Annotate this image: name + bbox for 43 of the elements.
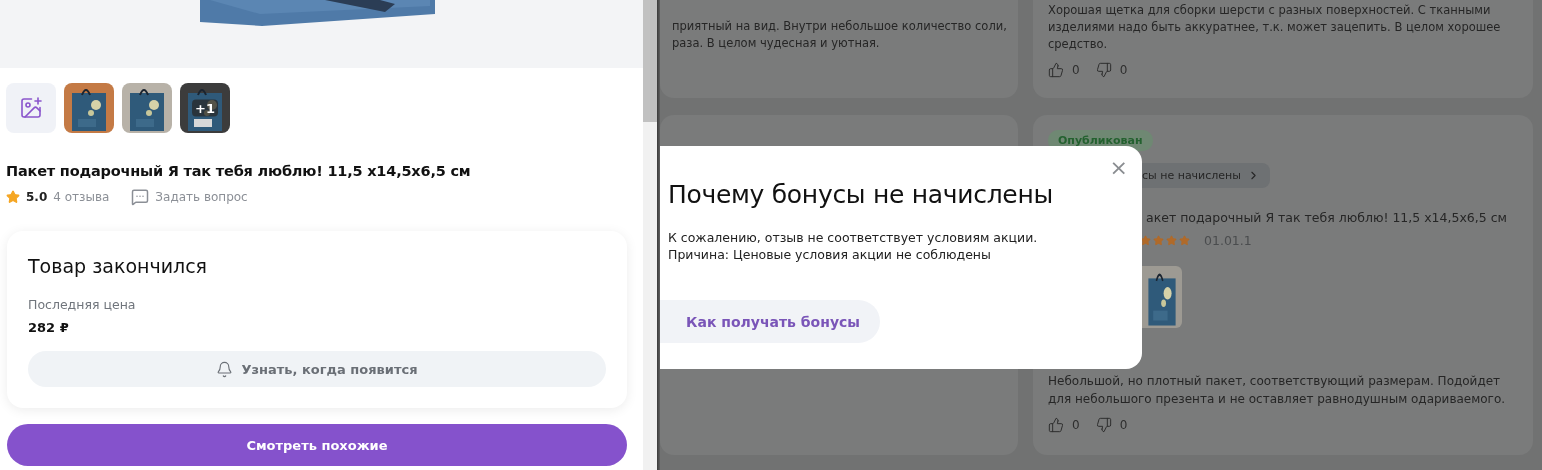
thumbs-up-icon[interactable]	[1048, 62, 1064, 78]
dialog-message: К сожалению, отзыв не соответствует условиям акции. Причина: Ценовые условия акции не соблюдены	[668, 229, 1039, 263]
thumbs-down-icon[interactable]	[1095, 417, 1112, 433]
review-text: изделиями надо быть аккуратнее, т.к. может зацепить. В целом хорошее	[1048, 19, 1501, 36]
product-title: Пакет подарочный Я так тебя люблю! 11,5 x14,5x6,5 см	[5, 162, 472, 179]
thumbnail[interactable]: +1	[180, 83, 230, 133]
star-icon	[1153, 235, 1164, 246]
review-text: Небольшой, но плотный пакет, соответствующий размерам. Подойдет для небольшого презента и не оставляет равнодушным одариваемого.	[1048, 373, 1507, 408]
price: 282 ₽	[28, 320, 70, 335]
notify-button[interactable]: Узнать, когда появится	[28, 351, 606, 387]
how-to-get-bonuses-button[interactable]: Как получать бонусы	[660, 300, 880, 343]
dialog-title: Почему бонусы не начислены	[668, 180, 1054, 209]
review-text: Хорошая щетка для сборки шерсти с разных поверхностей. С тканными	[1048, 2, 1491, 19]
add-image-icon	[19, 96, 43, 120]
more-count: +1	[192, 99, 218, 117]
star-icon	[1166, 235, 1177, 246]
thumbnail[interactable]	[122, 83, 172, 133]
bell-icon	[216, 360, 234, 378]
review-text: приятный на вид. Внутри небольшое количество соли,	[672, 18, 1007, 35]
thumbs-down-icon[interactable]	[1095, 62, 1112, 78]
review-count[interactable]: 4 отзыва	[53, 190, 110, 204]
star-icon	[6, 190, 20, 204]
dislike-count: 0	[1119, 63, 1128, 77]
thumbs-up-icon[interactable]	[1048, 417, 1064, 433]
thumbnail[interactable]	[64, 83, 114, 133]
similar-button[interactable]: Смотреть похожие	[7, 424, 627, 466]
like-count: 0	[1072, 418, 1080, 432]
star-icon	[1140, 235, 1151, 246]
star-icon	[1179, 235, 1190, 246]
scrollbar[interactable]	[643, 0, 657, 470]
review-text: раза. В целом чудесная и уютная.	[672, 35, 880, 52]
bonus-chip[interactable]: сы не начислены	[1142, 163, 1270, 188]
chat-icon	[131, 188, 150, 206]
out-of-stock-heading: Товар закончился	[28, 255, 209, 277]
price-label: Последняя цена	[28, 297, 137, 312]
close-button[interactable]: ×	[1109, 155, 1128, 180]
ask-question-link[interactable]: Задать вопрос	[155, 190, 248, 204]
product-name: акет подарочный Я так тебя люблю! 11,5 x14,5x6,5 см	[1146, 210, 1508, 225]
like-count: 0	[1072, 63, 1080, 77]
review-text: средство.	[1048, 36, 1108, 53]
rating: 5.0	[26, 190, 48, 204]
dislike-count: 0	[1119, 418, 1128, 432]
add-photo-button[interactable]	[6, 83, 56, 133]
